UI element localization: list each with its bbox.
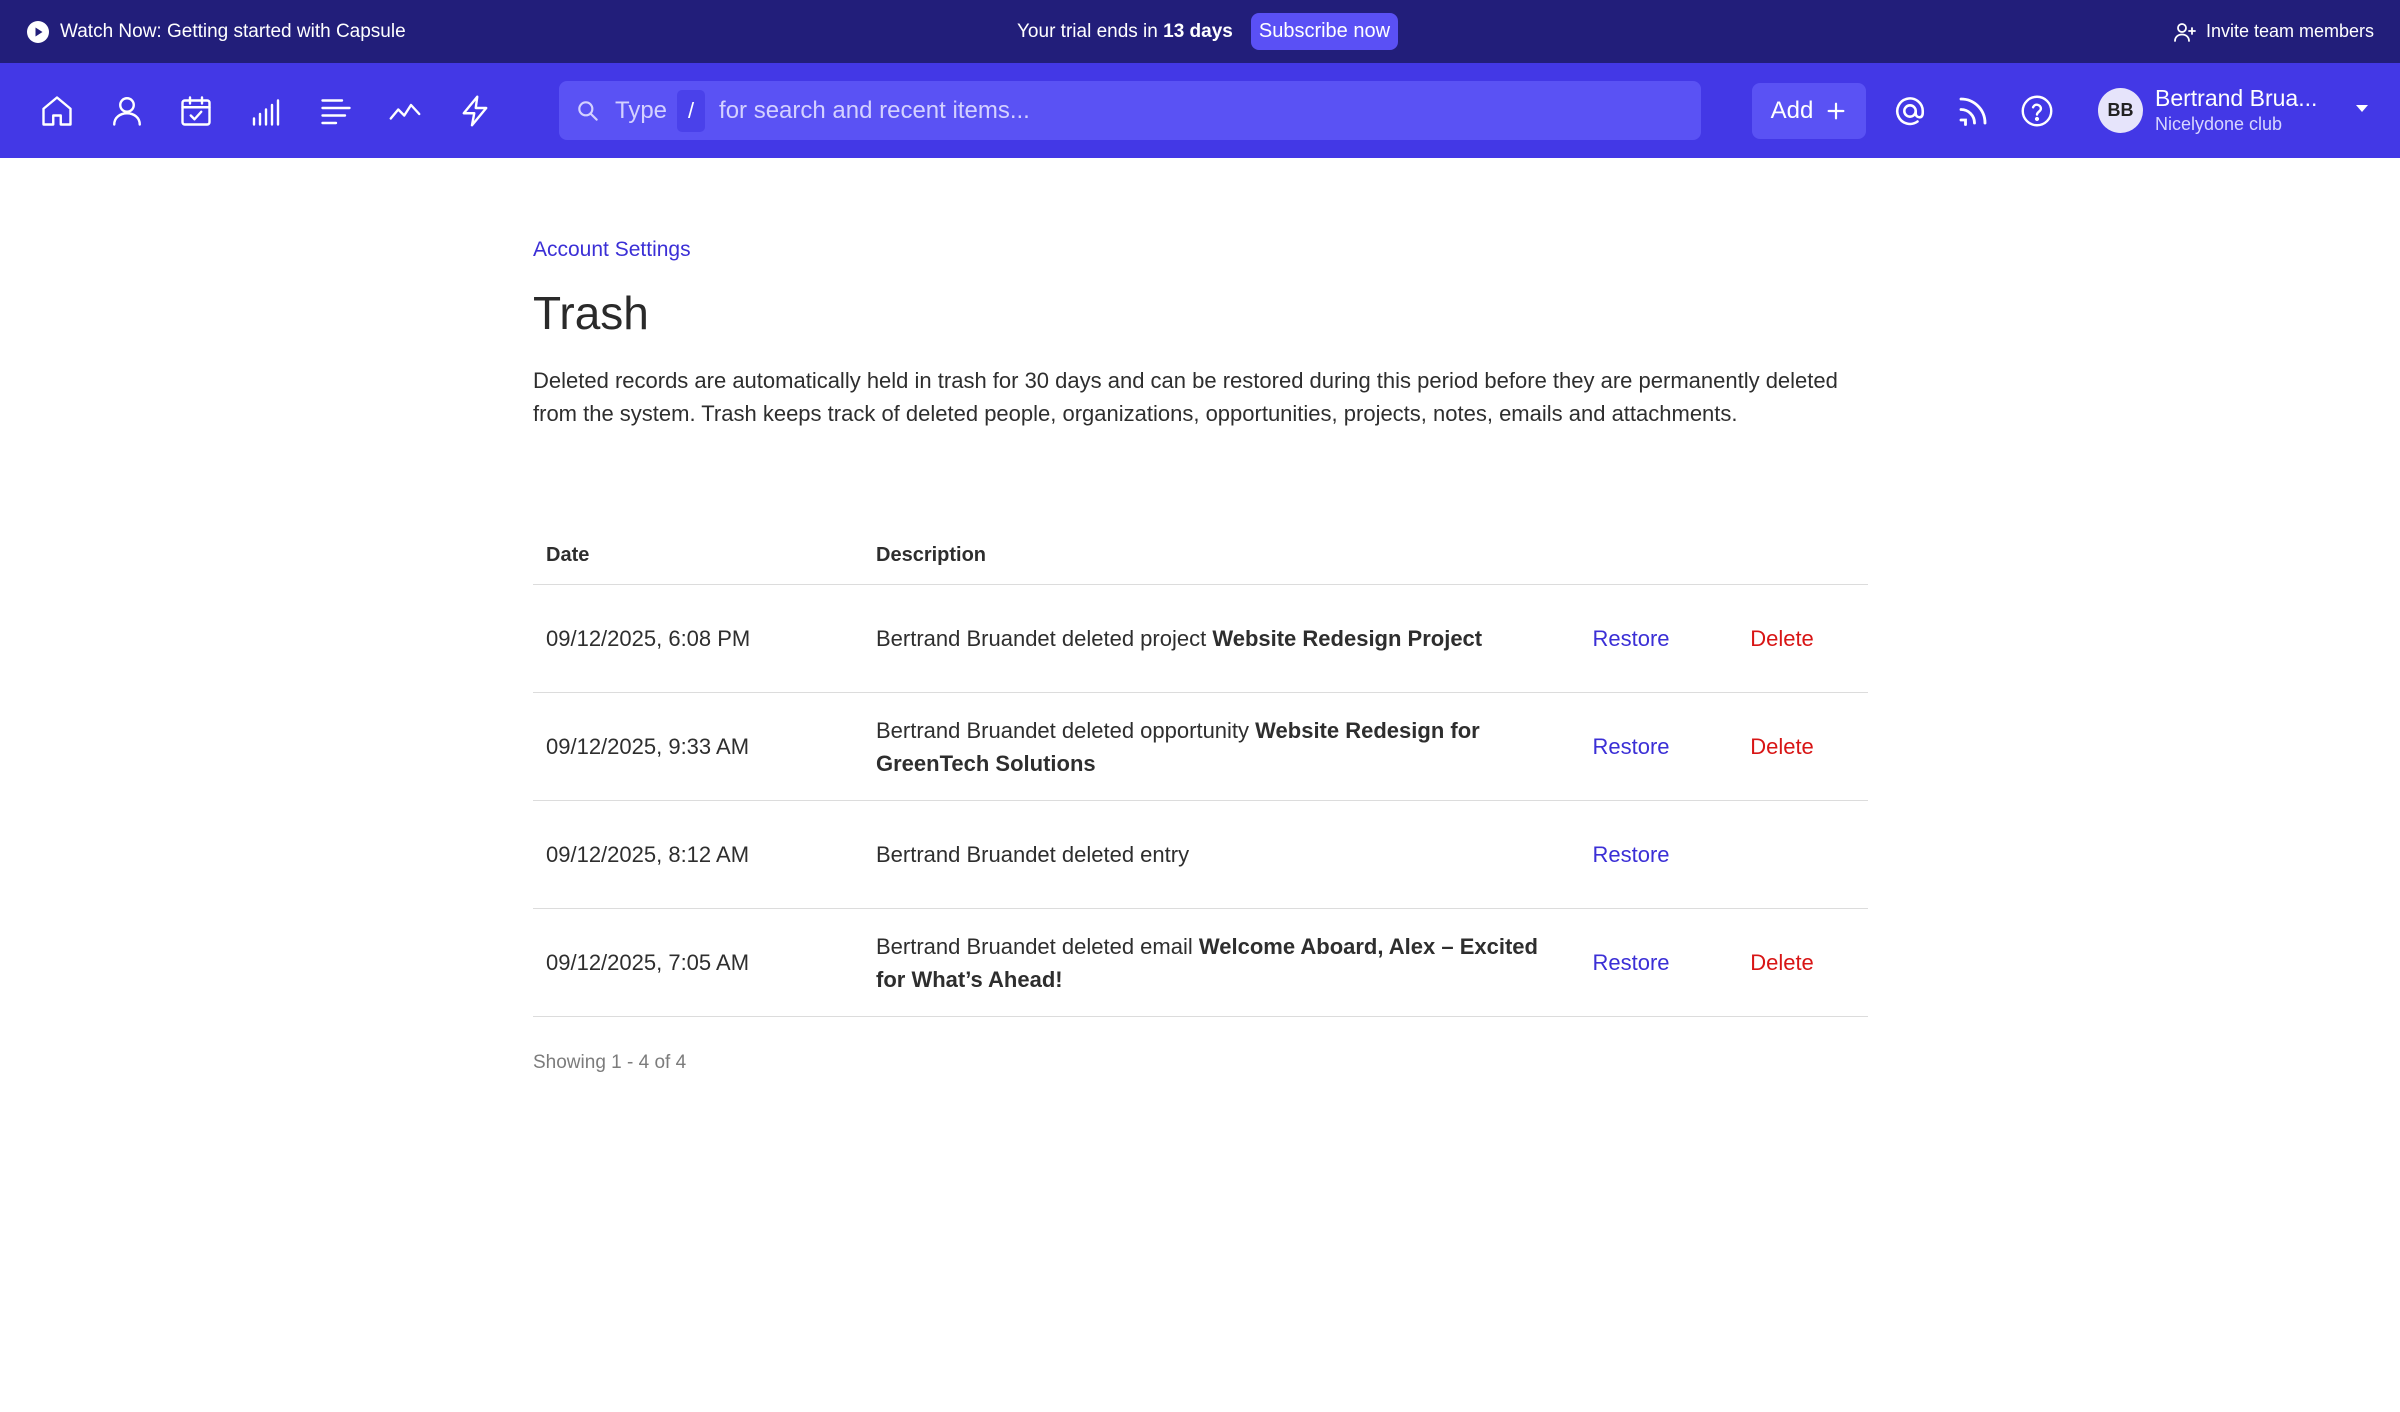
add-user-icon	[2174, 22, 2196, 42]
subscribe-button[interactable]: Subscribe now	[1250, 13, 1399, 50]
help-icon[interactable]	[2017, 91, 2057, 131]
row-description: Bertrand Bruandet deleted project Websit…	[876, 622, 1556, 655]
delete-button[interactable]: Delete	[1706, 734, 1858, 760]
pipeline-bars-icon[interactable]	[246, 91, 286, 131]
trial-days: 13 days	[1163, 20, 1233, 42]
user-menu[interactable]: BB Bertrand Brua... Nicelydone club	[2098, 79, 2378, 141]
home-icon[interactable]	[37, 91, 77, 131]
watch-now-label: Watch Now: Getting started with Capsule	[60, 20, 406, 42]
row-item-name: Website Redesign Project	[1212, 626, 1483, 651]
invite-label: Invite team members	[2205, 21, 2374, 41]
row-action-text: Bertrand Bruandet deleted opportunity	[876, 717, 1250, 743]
trial-text: Your trial ends in 13 days	[1017, 21, 1233, 43]
search-shortcut-key: /	[677, 89, 706, 132]
reports-trend-icon[interactable]	[385, 91, 425, 131]
play-circle-icon	[26, 20, 50, 44]
page-description: Deleted records are automatically held i…	[533, 368, 1838, 426]
invite-team-link[interactable]: Invite team members	[2173, 0, 2374, 63]
table-row: 09/12/2025, 9:33 AM Bertrand Bruandet de…	[533, 693, 1868, 801]
row-description: Bertrand Bruandet deleted email Welcome …	[876, 930, 1556, 996]
breadcrumb[interactable]: Account Settings	[533, 238, 691, 262]
main-navbar: Type / for search and recent items... Ad…	[0, 63, 2400, 158]
row-date: 09/12/2025, 6:08 PM	[546, 625, 751, 651]
search-placeholder-end: for search and recent items...	[719, 96, 1030, 124]
page-title: Trash	[533, 287, 649, 339]
avatar: BB	[2098, 87, 2143, 133]
delete-button[interactable]: Delete	[1706, 626, 1858, 652]
table-row: 09/12/2025, 8:12 AM Bertrand Bruandet de…	[533, 801, 1868, 909]
delete-button[interactable]: Delete	[1706, 950, 1858, 976]
user-org: Nicelydone club	[2155, 114, 2283, 134]
row-date: 09/12/2025, 8:12 AM	[546, 841, 750, 867]
add-label: Add	[1770, 97, 1814, 124]
restore-button[interactable]: Restore	[1556, 842, 1706, 868]
restore-button[interactable]: Restore	[1556, 626, 1706, 652]
plus-icon	[1827, 102, 1845, 120]
restore-button[interactable]: Restore	[1556, 950, 1706, 976]
row-action-text: Bertrand Bruandet deleted email	[876, 933, 1193, 959]
row-description: Bertrand Bruandet deleted opportunity We…	[876, 714, 1556, 780]
watch-now-link[interactable]: Watch Now: Getting started with Capsule	[26, 0, 406, 63]
person-icon[interactable]	[107, 91, 147, 131]
table-row: 09/12/2025, 7:05 AM Bertrand Bruandet de…	[533, 909, 1868, 1017]
row-date: 09/12/2025, 9:33 AM	[546, 733, 750, 759]
row-date: 09/12/2025, 7:05 AM	[546, 949, 750, 975]
workflow-bolt-icon[interactable]	[455, 91, 495, 131]
search-placeholder-start: Type	[615, 96, 668, 124]
date-column-header: Date	[546, 543, 590, 566]
rss-feed-icon[interactable]	[1953, 91, 1993, 131]
add-button[interactable]: Add	[1752, 83, 1866, 139]
pagination-summary: Showing 1 - 4 of 4	[533, 1052, 687, 1073]
search-icon	[575, 98, 601, 124]
chevron-down-icon	[2356, 105, 2368, 112]
calendar-check-icon[interactable]	[176, 91, 216, 131]
at-mention-icon[interactable]	[1890, 91, 1930, 131]
search-input[interactable]: Type / for search and recent items...	[559, 81, 1701, 140]
row-description: Bertrand Bruandet deleted entry	[876, 838, 1556, 871]
row-action-text: Bertrand Bruandet deleted project	[876, 626, 1207, 651]
trial-notice: Your trial ends in 13 days Subscribe now	[1017, 0, 1399, 63]
projects-lines-icon[interactable]	[316, 91, 356, 131]
description-column-header: Description	[876, 543, 987, 566]
user-name: Bertrand Brua...	[2155, 85, 2318, 111]
row-action-text: Bertrand Bruandet deleted entry	[876, 842, 1190, 867]
trial-prefix: Your trial ends in	[1017, 20, 1158, 42]
restore-button[interactable]: Restore	[1556, 734, 1706, 760]
user-info: Bertrand Brua... Nicelydone club	[2155, 85, 2335, 135]
table-row: 09/12/2025, 6:08 PM Bertrand Bruandet de…	[533, 585, 1868, 693]
trash-table: Date Description 09/12/2025, 6:08 PM Ber…	[533, 526, 1868, 1017]
table-header: Date Description	[533, 526, 1868, 585]
top-banner: Watch Now: Getting started with Capsule …	[0, 0, 2400, 63]
